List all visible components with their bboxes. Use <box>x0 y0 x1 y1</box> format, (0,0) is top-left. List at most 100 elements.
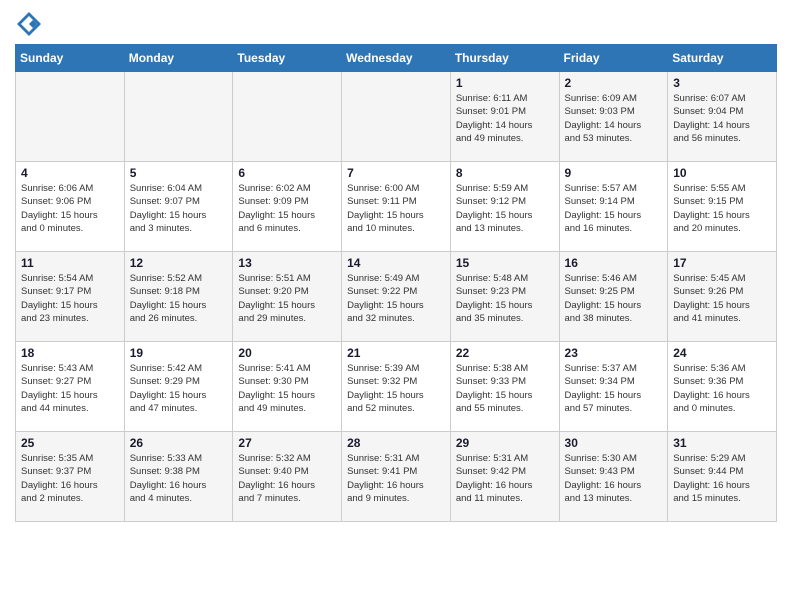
logo <box>15 10 47 38</box>
header <box>15 10 777 38</box>
cell-content: Sunrise: 5:59 AMSunset: 9:12 PMDaylight:… <box>456 182 554 235</box>
calendar-body: 1Sunrise: 6:11 AMSunset: 9:01 PMDaylight… <box>16 72 777 522</box>
day-number: 20 <box>238 346 336 360</box>
cell-content: Sunrise: 5:38 AMSunset: 9:33 PMDaylight:… <box>456 362 554 415</box>
calendar-cell: 26 Sunrise: 5:33 AMSunset: 9:38 PMDayligh… <box>124 432 233 522</box>
day-number: 22 <box>456 346 554 360</box>
calendar-cell: 21 Sunrise: 5:39 AMSunset: 9:32 PMDayligh… <box>342 342 451 432</box>
calendar-cell <box>16 72 125 162</box>
cell-content: Sunrise: 6:07 AMSunset: 9:04 PMDaylight:… <box>673 92 771 145</box>
weekday-header-cell: Saturday <box>668 45 777 72</box>
weekday-header-cell: Thursday <box>450 45 559 72</box>
day-number: 16 <box>565 256 663 270</box>
cell-content: Sunrise: 5:36 AMSunset: 9:36 PMDaylight:… <box>673 362 771 415</box>
cell-content: Sunrise: 6:04 AMSunset: 9:07 PMDaylight:… <box>130 182 228 235</box>
calendar-cell: 9 Sunrise: 5:57 AMSunset: 9:14 PMDaylight… <box>559 162 668 252</box>
cell-content: Sunrise: 5:35 AMSunset: 9:37 PMDaylight:… <box>21 452 119 505</box>
day-number: 8 <box>456 166 554 180</box>
calendar-cell: 5Sunrise: 6:04 AMSunset: 9:07 PMDaylight… <box>124 162 233 252</box>
calendar-cell: 22 Sunrise: 5:38 AMSunset: 9:33 PMDayligh… <box>450 342 559 432</box>
weekday-header-row: SundayMondayTuesdayWednesdayThursdayFrid… <box>16 45 777 72</box>
calendar-cell: 31 Sunrise: 5:29 AMSunset: 9:44 PMDayligh… <box>668 432 777 522</box>
cell-content: Sunrise: 5:46 AMSunset: 9:25 PMDaylight:… <box>565 272 663 325</box>
cell-content: Sunrise: 5:32 AMSunset: 9:40 PMDaylight:… <box>238 452 336 505</box>
cell-content: Sunrise: 5:42 AMSunset: 9:29 PMDaylight:… <box>130 362 228 415</box>
day-number: 10 <box>673 166 771 180</box>
cell-content: Sunrise: 5:37 AMSunset: 9:34 PMDaylight:… <box>565 362 663 415</box>
day-number: 31 <box>673 436 771 450</box>
day-number: 14 <box>347 256 445 270</box>
calendar-cell: 15 Sunrise: 5:48 AMSunset: 9:23 PMDayligh… <box>450 252 559 342</box>
logo-icon <box>15 10 43 38</box>
calendar-cell: 6Sunrise: 6:02 AMSunset: 9:09 PMDaylight… <box>233 162 342 252</box>
day-number: 15 <box>456 256 554 270</box>
calendar-row: 11 Sunrise: 5:54 AMSunset: 9:17 PMDayligh… <box>16 252 777 342</box>
calendar-cell <box>124 72 233 162</box>
calendar-cell: 25Sunrise: 5:35 AMSunset: 9:37 PMDayligh… <box>16 432 125 522</box>
day-number: 24 <box>673 346 771 360</box>
day-number: 2 <box>565 76 663 90</box>
cell-content: Sunrise: 5:48 AMSunset: 9:23 PMDaylight:… <box>456 272 554 325</box>
day-number: 13 <box>238 256 336 270</box>
calendar-cell: 16 Sunrise: 5:46 AMSunset: 9:25 PMDayligh… <box>559 252 668 342</box>
calendar-row: 1Sunrise: 6:11 AMSunset: 9:01 PMDaylight… <box>16 72 777 162</box>
calendar-cell: 30 Sunrise: 5:30 AMSunset: 9:43 PMDayligh… <box>559 432 668 522</box>
day-number: 19 <box>130 346 228 360</box>
cell-content: Sunrise: 5:41 AMSunset: 9:30 PMDaylight:… <box>238 362 336 415</box>
calendar-cell: 7 Sunrise: 6:00 AMSunset: 9:11 PMDaylight… <box>342 162 451 252</box>
calendar-cell: 13Sunrise: 5:51 AMSunset: 9:20 PMDayligh… <box>233 252 342 342</box>
day-number: 26 <box>130 436 228 450</box>
calendar-cell: 24 Sunrise: 5:36 AMSunset: 9:36 PMDayligh… <box>668 342 777 432</box>
calendar-cell: 19 Sunrise: 5:42 AMSunset: 9:29 PMDayligh… <box>124 342 233 432</box>
day-number: 29 <box>456 436 554 450</box>
cell-content: Sunrise: 6:02 AMSunset: 9:09 PMDaylight:… <box>238 182 336 235</box>
calendar-cell: 23 Sunrise: 5:37 AMSunset: 9:34 PMDayligh… <box>559 342 668 432</box>
weekday-header-cell: Friday <box>559 45 668 72</box>
cell-content: Sunrise: 5:31 AMSunset: 9:42 PMDaylight:… <box>456 452 554 505</box>
calendar-row: 4Sunrise: 6:06 AMSunset: 9:06 PMDaylight… <box>16 162 777 252</box>
weekday-header-cell: Monday <box>124 45 233 72</box>
cell-content: Sunrise: 5:39 AMSunset: 9:32 PMDaylight:… <box>347 362 445 415</box>
calendar-cell: 1Sunrise: 6:11 AMSunset: 9:01 PMDaylight… <box>450 72 559 162</box>
cell-content: Sunrise: 5:54 AMSunset: 9:17 PMDaylight:… <box>21 272 119 325</box>
calendar-cell: 4Sunrise: 6:06 AMSunset: 9:06 PMDaylight… <box>16 162 125 252</box>
weekday-header-cell: Sunday <box>16 45 125 72</box>
cell-content: Sunrise: 5:55 AMSunset: 9:15 PMDaylight:… <box>673 182 771 235</box>
calendar-cell: 20 Sunrise: 5:41 AMSunset: 9:30 PMDayligh… <box>233 342 342 432</box>
calendar-cell: 17Sunrise: 5:45 AMSunset: 9:26 PMDayligh… <box>668 252 777 342</box>
day-number: 21 <box>347 346 445 360</box>
calendar-cell: 8 Sunrise: 5:59 AMSunset: 9:12 PMDaylight… <box>450 162 559 252</box>
cell-content: Sunrise: 5:33 AMSunset: 9:38 PMDaylight:… <box>130 452 228 505</box>
calendar-cell: 3Sunrise: 6:07 AMSunset: 9:04 PMDaylight… <box>668 72 777 162</box>
calendar-cell: 29 Sunrise: 5:31 AMSunset: 9:42 PMDayligh… <box>450 432 559 522</box>
day-number: 30 <box>565 436 663 450</box>
cell-content: Sunrise: 6:09 AMSunset: 9:03 PMDaylight:… <box>565 92 663 145</box>
day-number: 28 <box>347 436 445 450</box>
cell-content: Sunrise: 5:49 AMSunset: 9:22 PMDaylight:… <box>347 272 445 325</box>
cell-content: Sunrise: 5:29 AMSunset: 9:44 PMDaylight:… <box>673 452 771 505</box>
day-number: 7 <box>347 166 445 180</box>
calendar-table: SundayMondayTuesdayWednesdayThursdayFrid… <box>15 44 777 522</box>
cell-content: Sunrise: 5:43 AMSunset: 9:27 PMDaylight:… <box>21 362 119 415</box>
cell-content: Sunrise: 5:52 AMSunset: 9:18 PMDaylight:… <box>130 272 228 325</box>
day-number: 9 <box>565 166 663 180</box>
calendar-cell <box>233 72 342 162</box>
cell-content: Sunrise: 5:45 AMSunset: 9:26 PMDaylight:… <box>673 272 771 325</box>
calendar-cell: 27Sunrise: 5:32 AMSunset: 9:40 PMDayligh… <box>233 432 342 522</box>
calendar-cell: 18 Sunrise: 5:43 AMSunset: 9:27 PMDayligh… <box>16 342 125 432</box>
calendar-cell: 11 Sunrise: 5:54 AMSunset: 9:17 PMDayligh… <box>16 252 125 342</box>
cell-content: Sunrise: 6:06 AMSunset: 9:06 PMDaylight:… <box>21 182 119 235</box>
calendar-cell <box>342 72 451 162</box>
day-number: 23 <box>565 346 663 360</box>
cell-content: Sunrise: 5:30 AMSunset: 9:43 PMDaylight:… <box>565 452 663 505</box>
calendar-cell: 28Sunrise: 5:31 AMSunset: 9:41 PMDayligh… <box>342 432 451 522</box>
calendar-row: 18 Sunrise: 5:43 AMSunset: 9:27 PMDayligh… <box>16 342 777 432</box>
day-number: 12 <box>130 256 228 270</box>
day-number: 18 <box>21 346 119 360</box>
cell-content: Sunrise: 5:57 AMSunset: 9:14 PMDaylight:… <box>565 182 663 235</box>
calendar-cell: 12 Sunrise: 5:52 AMSunset: 9:18 PMDayligh… <box>124 252 233 342</box>
calendar-cell: 2 Sunrise: 6:09 AMSunset: 9:03 PMDaylight… <box>559 72 668 162</box>
cell-content: Sunrise: 6:00 AMSunset: 9:11 PMDaylight:… <box>347 182 445 235</box>
calendar-cell: 10 Sunrise: 5:55 AMSunset: 9:15 PMDayligh… <box>668 162 777 252</box>
day-number: 11 <box>21 256 119 270</box>
